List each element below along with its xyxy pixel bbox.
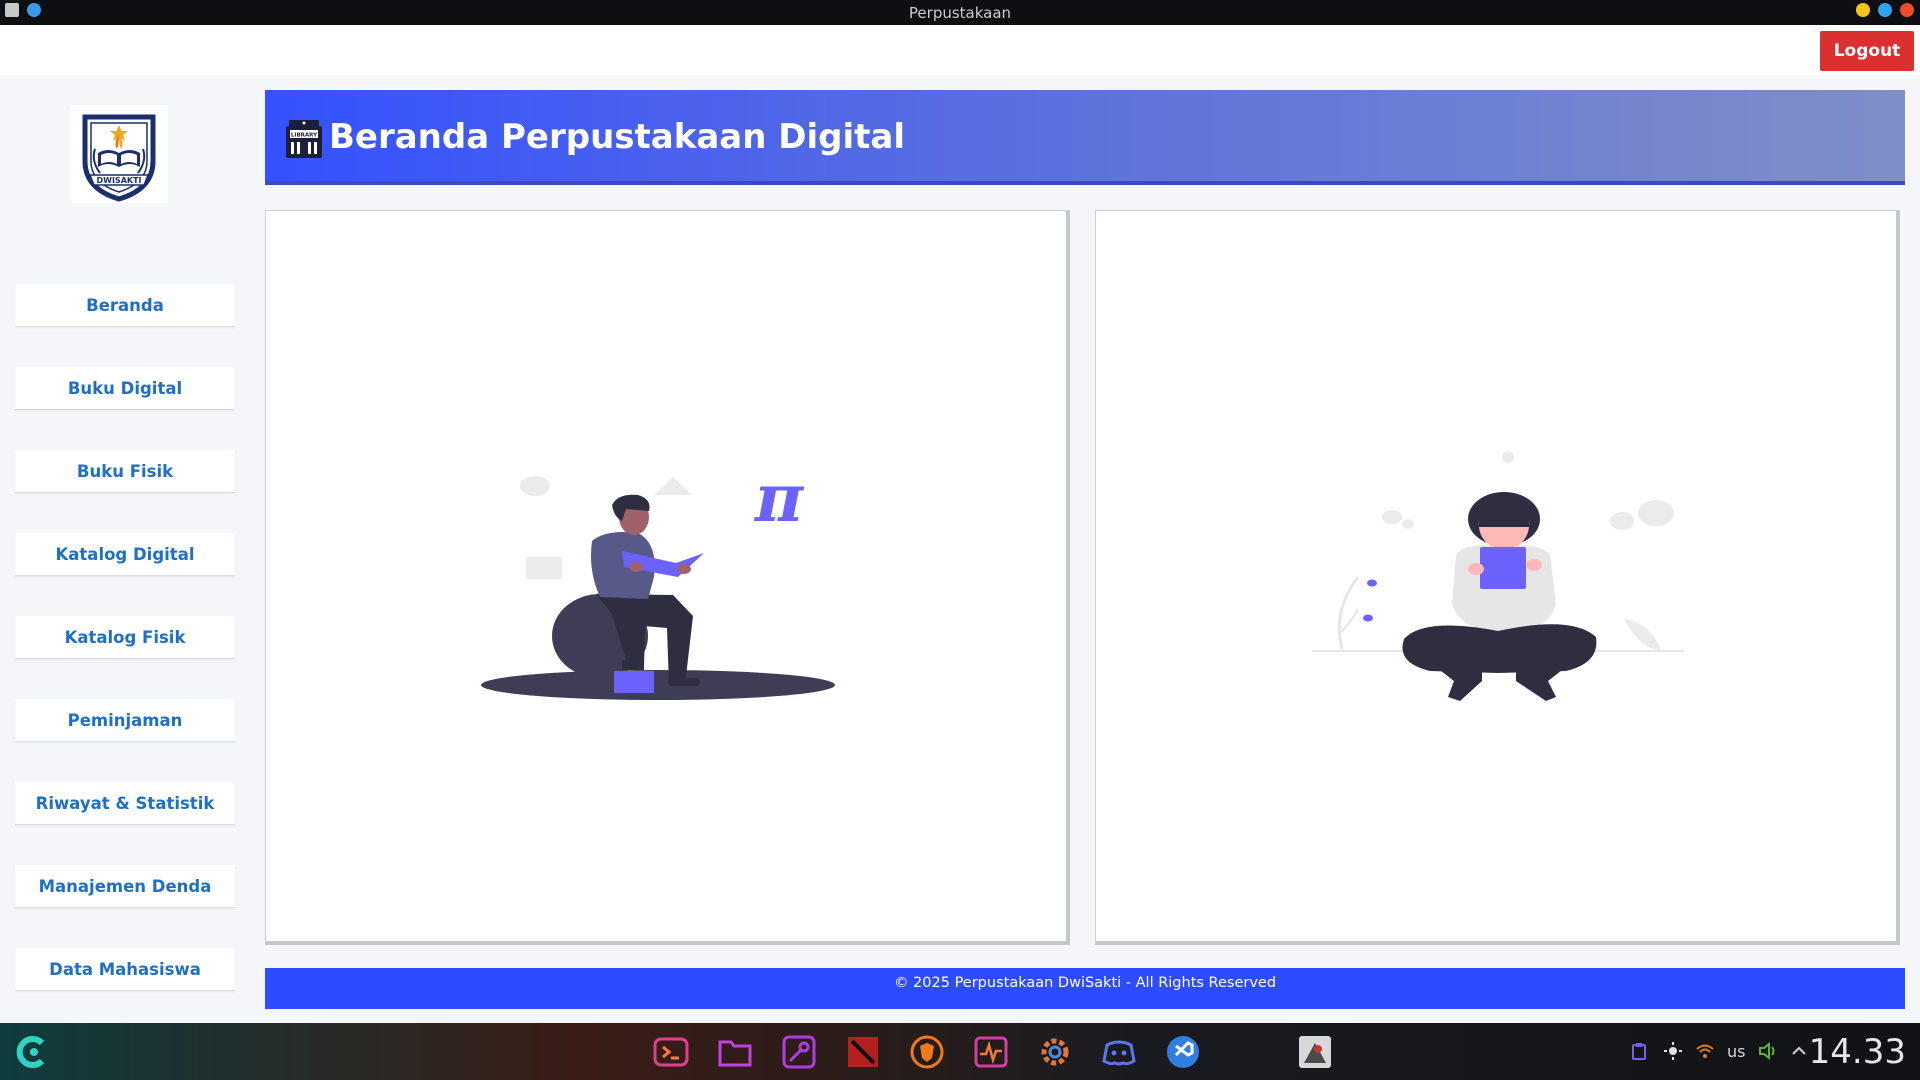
discord-icon[interactable] bbox=[1100, 1033, 1138, 1071]
taskbar: us 14.33 bbox=[0, 1023, 1920, 1080]
sidebar: DWISAKTI Beranda Buku Digital Buku Fisik… bbox=[0, 75, 252, 1025]
top-bar: Logout bbox=[0, 25, 1920, 75]
brave-browser-icon[interactable] bbox=[908, 1033, 946, 1071]
sidebar-item-katalog-digital[interactable]: Katalog Digital bbox=[15, 533, 235, 576]
sidebar-item-beranda[interactable]: Beranda bbox=[15, 284, 235, 327]
illustration-card-reading-man: π bbox=[265, 210, 1070, 945]
sidebar-item-riwayat-statistik[interactable]: Riwayat & Statistik bbox=[15, 782, 235, 825]
launcher-icon[interactable] bbox=[12, 1033, 50, 1071]
clipboard-icon[interactable] bbox=[1630, 1042, 1648, 1064]
sidebar-item-buku-fisik[interactable]: Buku Fisik bbox=[15, 450, 235, 493]
sidebar-item-data-mahasiswa[interactable]: Data Mahasiswa bbox=[15, 948, 235, 991]
chevron-up-icon[interactable] bbox=[1790, 1042, 1808, 1064]
wifi-icon[interactable] bbox=[1696, 1042, 1714, 1064]
logout-button[interactable]: Logout bbox=[1820, 31, 1914, 71]
page-footer: © 2025 Perpustakaan DwiSakti - All Right… bbox=[265, 968, 1905, 1009]
page-header: LIBRARY Beranda Perpustakaan Digital bbox=[265, 90, 1905, 185]
minimize-button[interactable] bbox=[1856, 3, 1870, 17]
maximize-button[interactable] bbox=[1878, 3, 1892, 17]
brightness-icon[interactable] bbox=[1664, 1042, 1682, 1064]
terminal-icon[interactable] bbox=[652, 1033, 690, 1071]
woman-reading-illustration bbox=[1312, 451, 1684, 701]
window-titlebar: Perpustakaan bbox=[0, 0, 1920, 25]
steam-icon[interactable] bbox=[780, 1033, 818, 1071]
dota-icon[interactable] bbox=[844, 1033, 882, 1071]
window-title: Perpustakaan bbox=[908, 4, 1012, 22]
keyboard-layout[interactable]: us bbox=[1727, 1042, 1745, 1061]
close-button[interactable] bbox=[1900, 3, 1914, 17]
file-manager-icon[interactable] bbox=[716, 1033, 754, 1071]
system-monitor-icon[interactable] bbox=[972, 1033, 1010, 1071]
svg-text:LIBRARY: LIBRARY bbox=[291, 133, 318, 139]
volume-icon[interactable] bbox=[1758, 1041, 1778, 1064]
page-title: Beranda Perpustakaan Digital bbox=[329, 117, 905, 157]
illustration-card-reading-woman bbox=[1095, 210, 1900, 945]
vscode-icon[interactable] bbox=[1164, 1033, 1202, 1071]
java-app-icon[interactable] bbox=[1296, 1033, 1334, 1071]
clock[interactable]: 14.33 bbox=[1809, 1032, 1906, 1072]
sidebar-item-peminjaman[interactable]: Peminjaman bbox=[15, 699, 235, 742]
dwisakti-logo: DWISAKTI bbox=[70, 105, 168, 203]
pi-symbol: π bbox=[753, 459, 805, 537]
sidebar-item-katalog-fisik[interactable]: Katalog Fisik bbox=[15, 616, 235, 659]
library-icon: LIBRARY bbox=[283, 118, 325, 160]
settings-gear-icon[interactable] bbox=[1036, 1033, 1074, 1071]
sidebar-item-buku-digital[interactable]: Buku Digital bbox=[15, 367, 235, 410]
man-reading-illustration: π bbox=[481, 459, 835, 700]
svg-text:DWISAKTI: DWISAKTI bbox=[96, 176, 141, 185]
sidebar-item-manajemen-denda[interactable]: Manajemen Denda bbox=[15, 865, 235, 908]
